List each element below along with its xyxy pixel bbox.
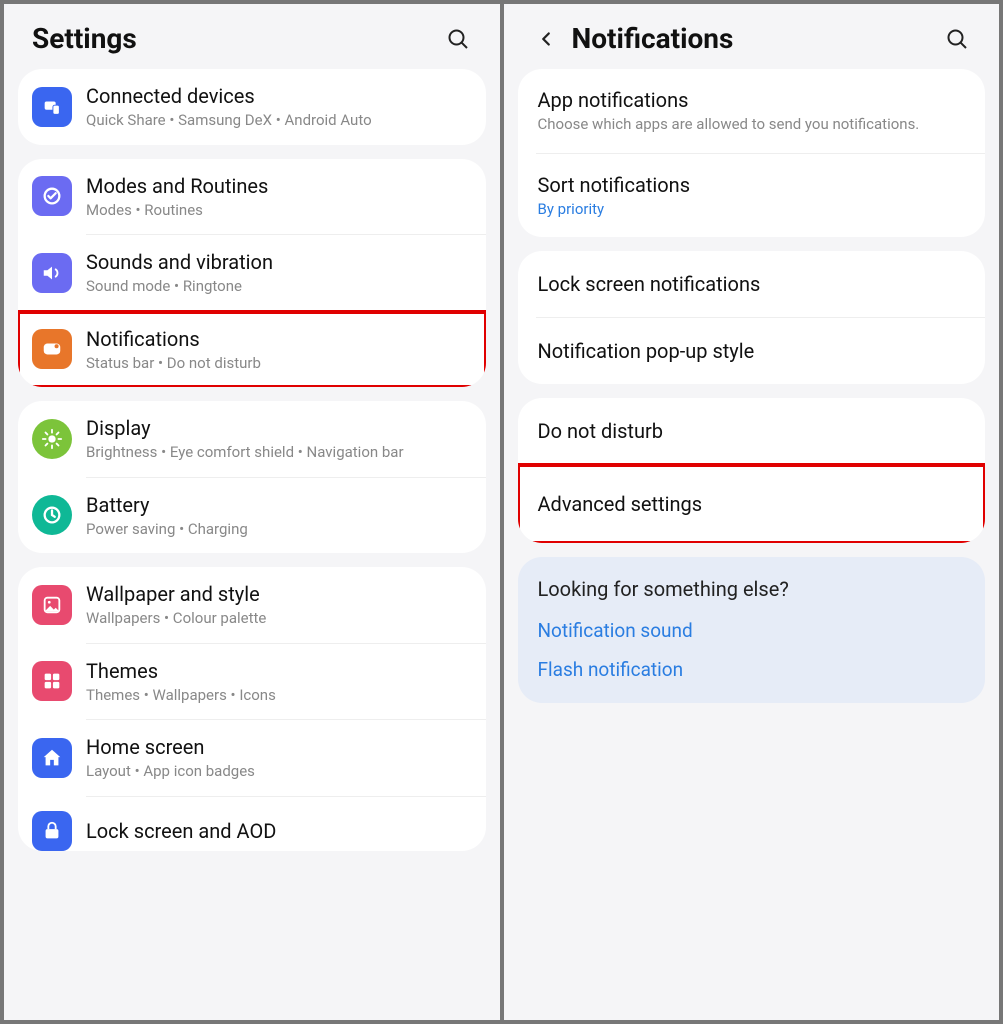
row-text: Themes Themes • Wallpapers • Icons: [86, 658, 468, 706]
row-title: Battery: [86, 492, 468, 518]
row-sub: By priority: [538, 200, 966, 220]
devices-icon: [32, 87, 72, 127]
sound-icon: [32, 253, 72, 293]
row-sub: Wallpapers • Colour palette: [86, 609, 468, 629]
notifications-icon: [32, 329, 72, 369]
search-button[interactable]: [444, 25, 472, 53]
notifications-card: Lock screen notifications Notification p…: [518, 251, 986, 384]
row-title: Connected devices: [86, 83, 468, 109]
settings-card: Wallpaper and style Wallpapers • Colour …: [18, 567, 486, 851]
link-flash-notification[interactable]: Flash notification: [538, 658, 966, 681]
suggestion-card: Looking for something else? Notification…: [518, 557, 986, 703]
suggestion-title: Looking for something else?: [538, 577, 966, 601]
row-text: Display Brightness • Eye comfort shield …: [86, 415, 468, 463]
row-sub: Quick Share • Samsung DeX • Android Auto: [86, 111, 468, 131]
row-text: Sort notifications By priority: [538, 172, 966, 220]
settings-item-modes-routines[interactable]: Modes and Routines Modes • Routines: [18, 159, 486, 235]
row-text: Home screen Layout • App icon badges: [86, 734, 468, 782]
settings-item-battery[interactable]: Battery Power saving • Charging: [18, 478, 486, 554]
row-text: Battery Power saving • Charging: [86, 492, 468, 540]
row-title: App notifications: [538, 87, 966, 113]
back-button[interactable]: [532, 25, 560, 53]
settings-card: Display Brightness • Eye comfort shield …: [18, 401, 486, 553]
row-sub: Brightness • Eye comfort shield • Naviga…: [86, 443, 468, 463]
row-sub: Power saving • Charging: [86, 520, 468, 540]
row-title: Sounds and vibration: [86, 249, 468, 275]
row-text: Modes and Routines Modes • Routines: [86, 173, 468, 221]
settings-item-wallpaper-style[interactable]: Wallpaper and style Wallpapers • Colour …: [18, 567, 486, 643]
settings-item-connected-devices[interactable]: Connected devices Quick Share • Samsung …: [18, 69, 486, 145]
item-lock-screen-notifications[interactable]: Lock screen notifications: [518, 251, 986, 317]
search-icon: [945, 27, 969, 51]
row-sub: Layout • App icon badges: [86, 762, 468, 782]
row-sub: Themes • Wallpapers • Icons: [86, 686, 468, 706]
item-app-notifications[interactable]: App notifications Choose which apps are …: [518, 69, 986, 153]
row-text: Wallpaper and style Wallpapers • Colour …: [86, 581, 468, 629]
settings-item-display[interactable]: Display Brightness • Eye comfort shield …: [18, 401, 486, 477]
lock-icon: [32, 811, 72, 851]
row-title: Advanced settings: [538, 491, 703, 517]
item-do-not-disturb[interactable]: Do not disturb: [518, 398, 986, 464]
row-sub: Status bar • Do not disturb: [86, 354, 468, 374]
notifications-card: Do not disturb Advanced settings: [518, 398, 986, 543]
link-notification-sound[interactable]: Notification sound: [538, 619, 966, 642]
row-title: Sort notifications: [538, 172, 966, 198]
item-advanced-settings[interactable]: Advanced settings: [518, 465, 986, 543]
row-text: Sounds and vibration Sound mode • Ringto…: [86, 249, 468, 297]
row-text: Notifications Status bar • Do not distur…: [86, 326, 468, 374]
row-title: Notifications: [86, 326, 468, 352]
chevron-left-icon: [535, 28, 557, 50]
row-title: Home screen: [86, 734, 468, 760]
notifications-panel: Notifications App notifications Choose w…: [504, 4, 1000, 1020]
row-sub: Sound mode • Ringtone: [86, 277, 468, 297]
notifications-header: Notifications: [504, 4, 1000, 69]
settings-panel: Settings Connected devices Quick Share •…: [4, 4, 500, 1020]
settings-item-home-screen[interactable]: Home screen Layout • App icon badges: [18, 720, 486, 796]
row-title: Lock screen and AOD: [86, 818, 468, 844]
search-button[interactable]: [943, 25, 971, 53]
page-title: Settings: [32, 22, 444, 55]
item-sort-notifications[interactable]: Sort notifications By priority: [518, 154, 986, 238]
wallpaper-icon: [32, 585, 72, 625]
row-text: App notifications Choose which apps are …: [538, 87, 966, 135]
notifications-card: App notifications Choose which apps are …: [518, 69, 986, 237]
battery-icon: [32, 495, 72, 535]
home-icon: [32, 738, 72, 778]
row-text: Lock screen and AOD: [86, 818, 468, 844]
row-sub: Choose which apps are allowed to send yo…: [538, 115, 966, 135]
themes-icon: [32, 661, 72, 701]
settings-card: Modes and Routines Modes • Routines Soun…: [18, 159, 486, 388]
row-title: Notification pop-up style: [538, 338, 755, 364]
item-notification-popup-style[interactable]: Notification pop-up style: [518, 318, 986, 384]
row-title: Themes: [86, 658, 468, 684]
display-icon: [32, 419, 72, 459]
row-text: Connected devices Quick Share • Samsung …: [86, 83, 468, 131]
settings-item-themes[interactable]: Themes Themes • Wallpapers • Icons: [18, 644, 486, 720]
row-title: Wallpaper and style: [86, 581, 468, 607]
page-title: Notifications: [572, 22, 944, 55]
search-icon: [446, 27, 470, 51]
settings-item-lock-screen-aod[interactable]: Lock screen and AOD: [18, 797, 486, 851]
settings-item-notifications[interactable]: Notifications Status bar • Do not distur…: [18, 312, 486, 388]
settings-header: Settings: [4, 4, 500, 69]
settings-card: Connected devices Quick Share • Samsung …: [18, 69, 486, 145]
row-title: Modes and Routines: [86, 173, 468, 199]
routines-icon: [32, 176, 72, 216]
row-title: Display: [86, 415, 468, 441]
row-sub: Modes • Routines: [86, 201, 468, 221]
settings-item-sounds-vibration[interactable]: Sounds and vibration Sound mode • Ringto…: [18, 235, 486, 311]
row-title: Lock screen notifications: [538, 271, 761, 297]
row-title: Do not disturb: [538, 418, 664, 444]
